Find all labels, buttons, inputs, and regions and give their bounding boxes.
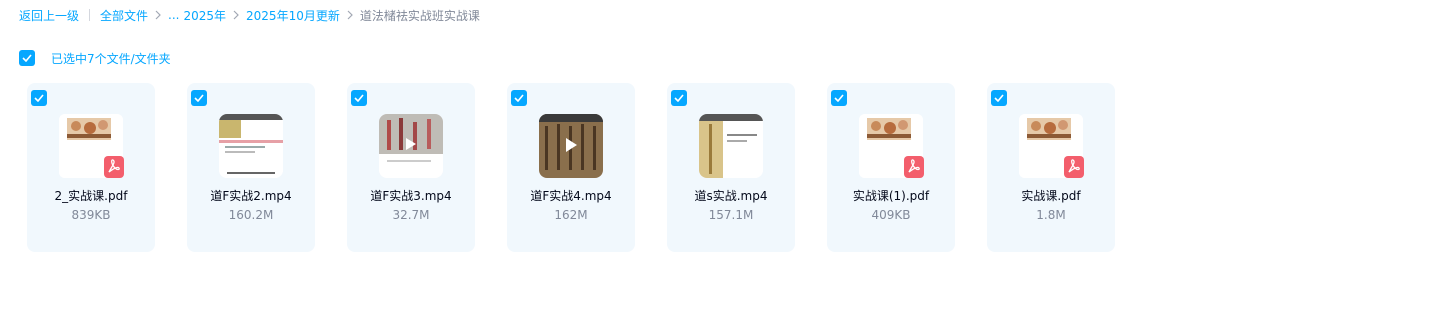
check-icon <box>22 54 32 62</box>
check-icon <box>34 94 44 102</box>
file-card[interactable]: 道F实战4.mp4 162M <box>507 83 635 252</box>
file-size: 1.8M <box>1036 208 1066 222</box>
video-thumbnail <box>379 114 443 178</box>
file-size: 839KB <box>71 208 111 222</box>
chevron-right-icon <box>343 10 357 20</box>
file-name: 道s实战.mp4 <box>694 189 768 203</box>
file-grid: 2_实战课.pdf 839KB 道F实战2.mp4 160.2M 道F实战3.m… <box>27 83 1147 252</box>
video-thumbnail <box>219 114 283 178</box>
file-card[interactable]: 道s实战.mp4 157.1M <box>667 83 795 252</box>
selection-count-label: 已选中7个文件/文件夹 <box>51 51 171 66</box>
pdf-icon <box>904 156 924 178</box>
file-card[interactable]: 2_实战课.pdf 839KB <box>27 83 155 252</box>
file-size: 157.1M <box>708 208 754 222</box>
selection-bar: 已选中7个文件/文件夹 <box>19 49 171 67</box>
file-name: 道F实战2.mp4 <box>210 189 292 203</box>
file-card[interactable]: 实战课.pdf 1.8M <box>987 83 1115 252</box>
file-size: 32.7M <box>392 208 430 222</box>
file-name: 道F实战3.mp4 <box>370 189 452 203</box>
check-icon <box>514 94 524 102</box>
breadcrumb-all-files[interactable]: 全部文件 <box>100 7 148 24</box>
pdf-icon <box>1064 156 1084 178</box>
file-size: 409KB <box>871 208 911 222</box>
file-card[interactable]: 实战课(1).pdf 409KB <box>827 83 955 252</box>
file-checkbox[interactable] <box>991 90 1007 106</box>
breadcrumb-folder-2025[interactable]: 2025年 <box>183 7 226 24</box>
file-name: 2_实战课.pdf <box>54 189 128 203</box>
breadcrumb-folder-2025-10[interactable]: 2025年10月更新 <box>246 7 340 24</box>
file-name: 实战课.pdf <box>1021 189 1081 203</box>
check-icon <box>994 94 1004 102</box>
breadcrumb-current-folder: 道法槠祛实战班实战课 <box>359 8 480 23</box>
check-icon <box>354 94 364 102</box>
file-checkbox[interactable] <box>511 90 527 106</box>
video-thumbnail <box>539 114 603 178</box>
select-all-checkbox[interactable] <box>19 50 35 66</box>
check-icon <box>194 94 204 102</box>
file-size: 162M <box>554 208 588 222</box>
file-size: 160.2M <box>228 208 274 222</box>
file-name: 实战课(1).pdf <box>852 189 930 203</box>
breadcrumb: 返回上一级 全部文件 ... 2025年 2025年10月更新 道法槠祛实战班实… <box>19 6 480 24</box>
file-checkbox[interactable] <box>831 90 847 106</box>
chevron-right-icon <box>229 10 243 20</box>
file-checkbox[interactable] <box>351 90 367 106</box>
file-name: 道F实战4.mp4 <box>530 189 612 203</box>
file-checkbox[interactable] <box>31 90 47 106</box>
check-icon <box>834 94 844 102</box>
video-thumbnail <box>699 114 763 178</box>
file-checkbox[interactable] <box>671 90 687 106</box>
breadcrumb-ellipsis[interactable]: ... <box>168 8 179 22</box>
check-icon <box>674 94 684 102</box>
back-link[interactable]: 返回上一级 <box>19 7 79 24</box>
chevron-right-icon <box>151 10 165 20</box>
file-card[interactable]: 道F实战3.mp4 32.7M <box>347 83 475 252</box>
breadcrumb-divider <box>89 9 91 21</box>
pdf-icon <box>104 156 124 178</box>
file-card[interactable]: 道F实战2.mp4 160.2M <box>187 83 315 252</box>
file-checkbox[interactable] <box>191 90 207 106</box>
